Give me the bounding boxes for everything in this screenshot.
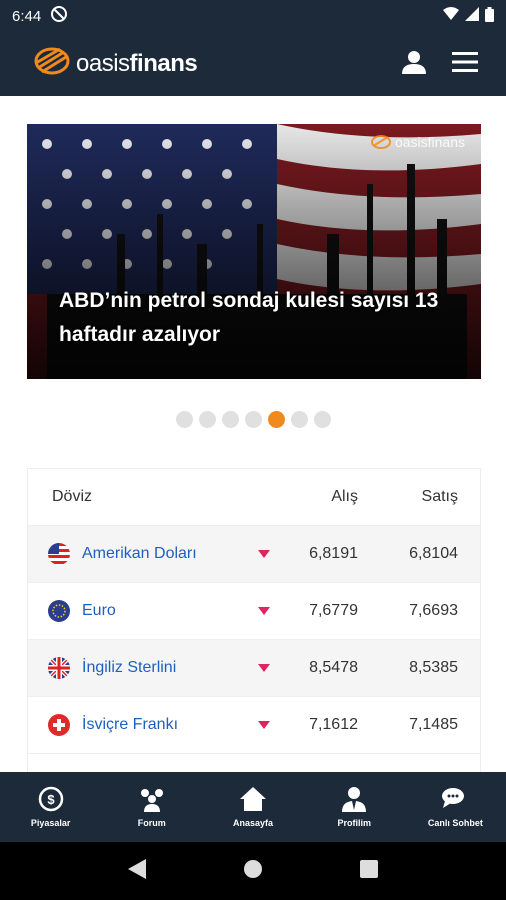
status-bar: 6:44 [0, 0, 506, 32]
nav-label: Anasayfa [232, 818, 274, 828]
nav-item-home[interactable]: Anasayfa [202, 772, 303, 842]
logo-text-bold: finans [129, 50, 198, 77]
trend-down-icon [258, 721, 288, 729]
profile-icon [342, 786, 367, 814]
carousel-dot[interactable] [244, 411, 262, 428]
carousel-dot[interactable] [175, 411, 193, 428]
menu-icon[interactable] [452, 51, 478, 77]
sell-price: 6,8104 [409, 545, 458, 562]
app-header: oasisfinans [0, 32, 506, 96]
table-row[interactable]: Amerikan Doları 6,8191 6,8104 [28, 526, 480, 583]
sell-price: 8,5385 [409, 659, 458, 676]
trend-down-icon [258, 664, 288, 672]
eu-flag-icon [48, 600, 70, 622]
header-currency: Döviz [52, 488, 93, 505]
system-navigation-bar [0, 842, 506, 900]
chat-icon [441, 786, 469, 814]
nav-label: Piyasalar [30, 818, 71, 828]
markets-icon: $ [38, 786, 64, 814]
signal-icon [465, 7, 479, 25]
nav-item-markets[interactable]: $ Piyasalar [0, 772, 101, 842]
battery-icon [485, 6, 494, 26]
trend-down-icon [258, 607, 288, 615]
carousel-dot[interactable] [313, 411, 331, 428]
header-sell: Satış [421, 488, 458, 505]
bottom-navigation: $ Piyasalar Forum Anasayfa Profilim Canlı Soh… [0, 772, 506, 842]
currency-name[interactable]: Amerikan Doları [82, 545, 258, 563]
banner-brand-text: oasisfinans [394, 134, 465, 150]
nav-item-chat[interactable]: Canlı Sohbet [405, 772, 506, 842]
banner-brand: oasisfinans [370, 134, 465, 150]
buy-price: 6,8191 [309, 545, 358, 562]
logo-text-thin: oasis [76, 50, 130, 77]
svg-text:$: $ [47, 792, 55, 807]
carousel-dot[interactable] [198, 411, 216, 428]
table-row[interactable]: İsviçre Frankı 7,1612 7,1485 [28, 697, 480, 754]
ch-flag-icon [48, 714, 70, 736]
home-circle-icon[interactable] [243, 859, 263, 884]
recents-icon[interactable] [359, 859, 378, 883]
logo-icon [34, 46, 70, 83]
carousel-dots [0, 411, 506, 428]
carousel-dot[interactable] [267, 411, 285, 428]
buy-price: 7,6779 [309, 602, 358, 619]
wifi-icon [443, 7, 459, 25]
sell-price: 7,1485 [409, 716, 458, 733]
trend-down-icon [258, 550, 288, 558]
table-row[interactable]: İngiliz Sterlini 8,5478 8,5385 [28, 640, 480, 697]
nav-label: Profilim [337, 818, 371, 828]
header-buy: Alış [331, 488, 358, 505]
buy-price: 8,5478 [309, 659, 358, 676]
nav-label: Forum [137, 818, 166, 828]
uk-flag-icon [48, 657, 70, 679]
table-row[interactable]: Euro 7,6779 7,6693 [28, 583, 480, 640]
currency-name[interactable]: Euro [82, 602, 258, 620]
sell-price: 7,6693 [409, 602, 458, 619]
status-time: 6:44 [12, 7, 42, 25]
back-icon[interactable] [128, 858, 147, 884]
nav-item-profile[interactable]: Profilim [304, 772, 405, 842]
table-header: Döviz Alış Satış [28, 469, 480, 526]
carousel-dot[interactable] [221, 411, 239, 428]
user-icon[interactable] [402, 50, 426, 79]
currency-name[interactable]: İngiliz Sterlini [82, 659, 258, 677]
carousel-dot[interactable] [290, 411, 308, 428]
dnd-icon [51, 6, 68, 26]
main-content: oasisfinans ABD’nin petrol sondaj kulesi… [0, 96, 506, 772]
currency-table: Döviz Alış Satış Amerikan Doları 6,8191 6,… [27, 468, 481, 772]
buy-price: 7,1612 [309, 716, 358, 733]
app-logo[interactable]: oasisfinans [34, 46, 198, 83]
home-icon [239, 786, 267, 814]
us-flag-icon [48, 543, 70, 565]
nav-item-forum[interactable]: Forum [101, 772, 202, 842]
news-banner[interactable]: oasisfinans ABD’nin petrol sondaj kulesi… [27, 124, 481, 379]
banner-headline: ABD’nin petrol sondaj kulesi sayısı 13 h… [59, 289, 439, 346]
forum-icon [138, 786, 166, 814]
currency-name[interactable]: İsviçre Frankı [82, 716, 258, 734]
nav-label: Canlı Sohbet [427, 818, 483, 828]
